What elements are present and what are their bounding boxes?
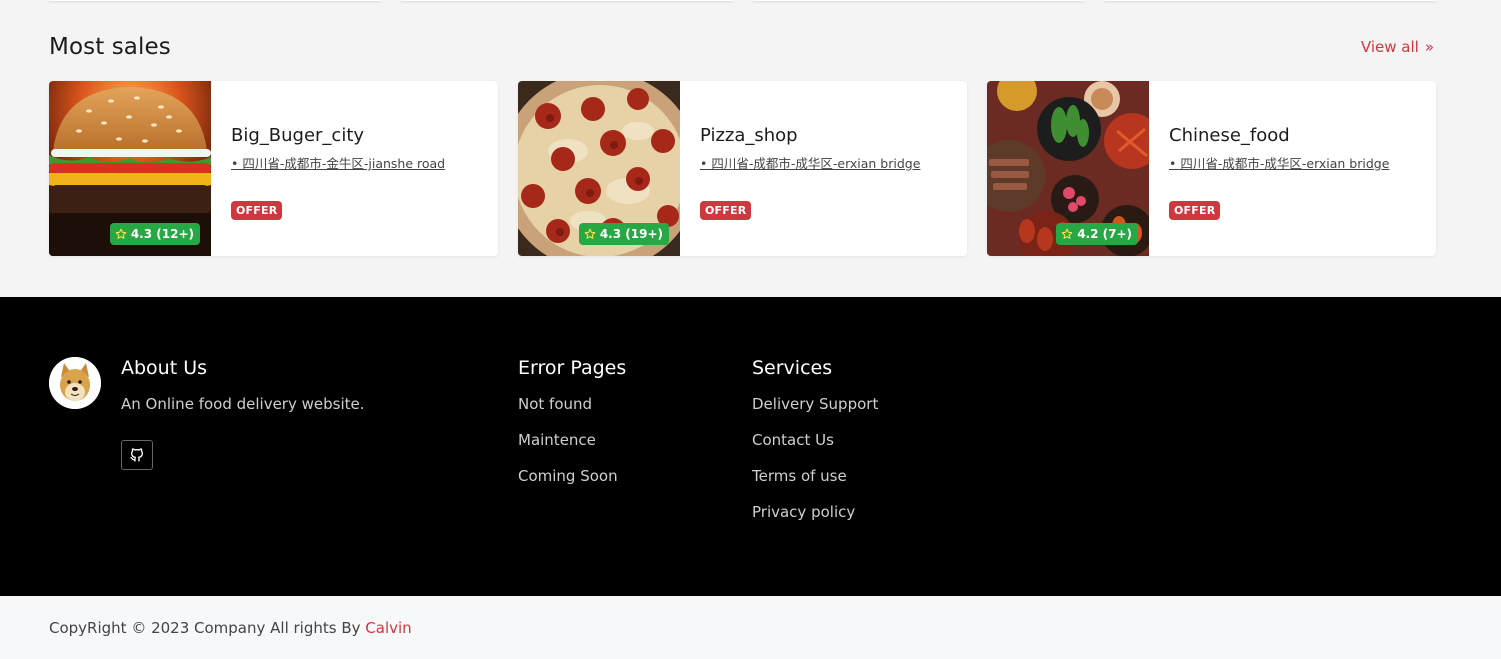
footer-link-privacy[interactable]: Privacy policy: [752, 503, 878, 522]
star-icon: [115, 228, 127, 239]
services-title: Services: [752, 357, 833, 379]
copyright-bar: CopyRight © 2023 Company All rights By C…: [0, 596, 1501, 659]
footer-link-coming-soon[interactable]: Coming Soon: [518, 467, 626, 486]
about-title: About Us: [121, 357, 208, 379]
rating-badge: 4.2 (7+): [1056, 223, 1138, 245]
section-title: Most sales: [49, 34, 171, 60]
rating-value: 4.2 (7+): [1077, 227, 1132, 241]
burger-image: 4.3 (12+): [49, 81, 211, 256]
view-all-link[interactable]: View all »: [1361, 38, 1436, 56]
about-us-section: About Us An Online food delivery website…: [121, 357, 365, 413]
most-sales-header: Most sales View all »: [49, 30, 1436, 64]
author-link[interactable]: Calvin: [365, 619, 411, 637]
card-stub: [1104, 0, 1436, 2]
github-icon: [130, 448, 143, 462]
footer-link-contact-us[interactable]: Contact Us: [752, 431, 878, 450]
footer-link-terms[interactable]: Terms of use: [752, 467, 878, 486]
footer-link-maintenance[interactable]: Maintence: [518, 431, 626, 450]
restaurant-name: Big_Buger_city: [231, 125, 365, 146]
services-section: Services Delivery Support Contact Us Ter…: [752, 357, 878, 539]
site-footer: About Us An Online food delivery website…: [0, 297, 1501, 596]
rating-value: 4.3 (19+): [599, 227, 663, 241]
restaurant-name: Chinese_food: [1169, 125, 1290, 146]
footer-link-delivery-support[interactable]: Delivery Support: [752, 395, 878, 414]
offer-badge: OFFER: [1169, 201, 1221, 220]
star-icon: [584, 228, 596, 239]
star-icon: [1061, 228, 1073, 239]
double-chevron-right-icon: »: [1424, 37, 1434, 56]
github-button[interactable]: [121, 440, 153, 470]
restaurant-address-link[interactable]: • 四川省-成都市-成华区-erxian bridge: [700, 153, 920, 172]
copyright-text: CopyRight © 2023 Company All rights By C…: [49, 619, 412, 637]
view-all-label: View all: [1360, 38, 1419, 56]
restaurant-card[interactable]: 4.3 (19+) Pizza_shop • 四川省-成都市-成华区-erxia…: [518, 81, 967, 256]
previous-row-cards: [49, 0, 1436, 2]
restaurant-info: Pizza_shop • 四川省-成都市-成华区-erxian bridge O…: [680, 81, 920, 256]
restaurant-card[interactable]: 4.3 (12+) Big_Buger_city • 四川省-成都市-金牛区-j…: [49, 81, 498, 256]
restaurant-list: 4.3 (12+) Big_Buger_city • 四川省-成都市-金牛区-j…: [49, 81, 1436, 256]
rating-value: 4.3 (12+): [130, 227, 194, 241]
pizza-image: 4.3 (19+): [518, 81, 680, 256]
rating-badge: 4.3 (19+): [578, 223, 669, 245]
rating-badge: 4.3 (12+): [109, 223, 200, 245]
footer-link-not-found[interactable]: Not found: [518, 395, 626, 414]
error-pages-section: Error Pages Not found Maintence Coming S…: [518, 357, 626, 503]
doge-avatar: [49, 357, 101, 409]
restaurant-name: Pizza_shop: [700, 125, 798, 146]
offer-badge: OFFER: [231, 201, 283, 220]
restaurant-info: Big_Buger_city • 四川省-成都市-金牛区-jianshe roa…: [211, 81, 445, 256]
error-pages-title: Error Pages: [518, 357, 627, 379]
card-stub: [752, 0, 1085, 2]
chinese-food-image: 4.2 (7+): [987, 81, 1149, 256]
about-description: An Online food delivery website.: [121, 395, 365, 413]
restaurant-card[interactable]: 4.2 (7+) Chinese_food • 四川省-成都市-成华区-erxi…: [987, 81, 1436, 256]
restaurant-address-link[interactable]: • 四川省-成都市-成华区-erxian bridge: [1169, 153, 1389, 172]
restaurant-info: Chinese_food • 四川省-成都市-成华区-erxian bridge…: [1149, 81, 1389, 256]
card-stub: [49, 0, 381, 2]
restaurant-address-link[interactable]: • 四川省-成都市-金牛区-jianshe road: [231, 153, 445, 172]
offer-badge: OFFER: [700, 201, 752, 220]
copyright-label: CopyRight © 2023 Company All rights By: [49, 618, 366, 637]
card-stub: [400, 0, 733, 2]
